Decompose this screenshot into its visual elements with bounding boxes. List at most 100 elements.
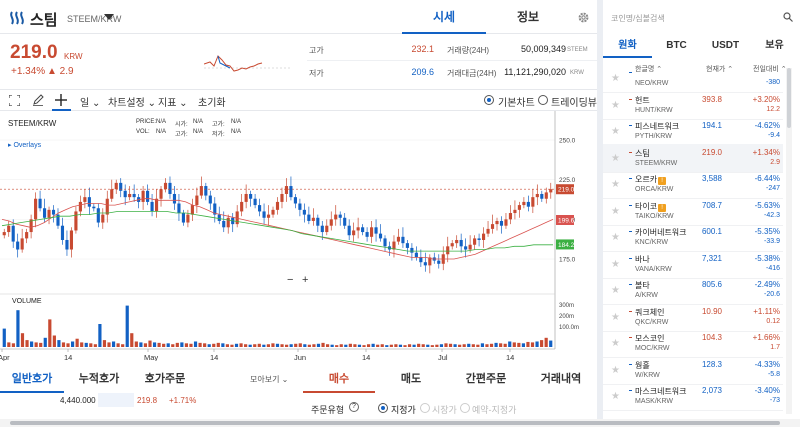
zoom-in-button[interactable]: + xyxy=(302,274,308,286)
market-row[interactable]: ★ 스팀 STEEM/KRW 219.0 +1.34% 2.9 xyxy=(603,143,783,173)
chevron-down-icon[interactable] xyxy=(104,14,114,20)
market-scrollbar-thumb[interactable] xyxy=(787,68,791,128)
period-select[interactable]: 일 ⌄ xyxy=(80,94,100,109)
market-row[interactable]: ★ 헌트 HUNT/KRW 393.8 +3.20% 12.2 xyxy=(603,91,783,120)
volume-bar xyxy=(503,343,507,347)
tradingview-radio[interactable] xyxy=(538,95,548,105)
candle-body xyxy=(459,239,463,247)
coin-name: 헌트 xyxy=(635,95,650,106)
tab-sise[interactable]: 시세 xyxy=(402,0,486,34)
coin-change-abs: 0.12 xyxy=(766,317,780,325)
candle-body xyxy=(2,232,6,236)
gear-icon[interactable] xyxy=(577,11,590,24)
tab-cumulative-orderbook[interactable]: 누적호가 xyxy=(66,365,132,393)
horizontal-scrollbar[interactable] xyxy=(0,419,800,427)
help-icon[interactable]: ? xyxy=(349,402,359,412)
star-icon[interactable]: ★ xyxy=(611,285,620,296)
star-icon[interactable]: ★ xyxy=(611,312,620,323)
pencil-icon[interactable] xyxy=(32,94,44,106)
market-row[interactable]: ★ 볼타 A/KRW 805.6 -2.49% -20.6 xyxy=(603,276,783,305)
reset-button[interactable]: 초기화 xyxy=(198,94,226,109)
volume-bar xyxy=(162,343,166,347)
tradingview-label[interactable]: 트레이딩뷰 xyxy=(551,94,597,109)
market-row[interactable]: ★ NEO/KRW -380 xyxy=(603,64,783,93)
indicators-menu[interactable]: 지표 ⌄ xyxy=(158,94,188,109)
candle-body xyxy=(320,225,324,233)
market-row[interactable]: ★ 모스코인 MOC/KRW 104.3 +1.66% 1.7 xyxy=(603,329,783,358)
ohlc-vol-value: N/A xyxy=(156,129,167,135)
chart-settings-label: 차트설정 xyxy=(108,98,145,109)
ohlc-price-value: N/A xyxy=(156,119,167,125)
candlestick-chart-svg[interactable]: 250.0225.0200.0175.0219.0199.6184.2300m2… xyxy=(0,111,597,361)
star-icon[interactable]: ★ xyxy=(611,126,620,137)
volume-bar xyxy=(152,342,157,347)
star-icon[interactable]: ★ xyxy=(611,338,620,349)
limit-order-label[interactable]: 지정가 xyxy=(391,403,416,416)
view-more-select[interactable]: 모아보기 ⌄ xyxy=(250,374,288,385)
volume-bar xyxy=(294,343,298,347)
limit-order-radio[interactable] xyxy=(378,403,388,413)
star-icon[interactable]: ★ xyxy=(611,73,620,84)
coin-change-abs: -73 xyxy=(769,397,780,404)
coin-name[interactable]: 스팀 xyxy=(30,9,58,30)
chart-settings-menu[interactable]: 차트설정 ⌄ xyxy=(108,94,156,109)
chart-symbol: STEEM/KRW xyxy=(8,119,57,128)
volume-bars xyxy=(2,305,553,347)
tab-info[interactable]: 정보 xyxy=(486,0,570,34)
volume-bar xyxy=(102,340,107,347)
market-row[interactable]: ★ 오르카! ORCA/KRW 3,588 -6.44% -247 xyxy=(603,170,783,199)
horizontal-scrollbar-thumb[interactable] xyxy=(10,421,780,425)
market-row[interactable]: ★ 마스크네트워크 MASK/KRW 2,073 -3.40% -73 xyxy=(603,382,783,411)
tab-buy[interactable]: 매수 xyxy=(303,365,375,393)
volume-bar xyxy=(212,343,216,347)
order-section: 일반호가 누적호가 호가주문 모아보기 ⌄ 4,440.000 219.8 +1… xyxy=(0,365,597,427)
market-tab-krw[interactable]: 원화 xyxy=(603,34,652,58)
fullscreen-icon[interactable] xyxy=(9,95,20,106)
market-row[interactable]: ★ 타이코! TAIKO/KRW 708.7 -5.63% -42.3 xyxy=(603,197,783,226)
star-icon[interactable]: ★ xyxy=(611,259,620,270)
overlays-toggle[interactable]: ▸ Overlays xyxy=(8,141,41,149)
zoom-out-button[interactable]: − xyxy=(287,274,293,286)
price-chart[interactable]: 250.0225.0200.0175.0219.0199.6184.2300m2… xyxy=(0,111,597,361)
volume-bar xyxy=(435,344,439,347)
search-icon[interactable] xyxy=(783,12,793,22)
volume-bar xyxy=(335,345,339,347)
star-icon[interactable]: ★ xyxy=(611,153,620,164)
market-row[interactable]: ★ 피스네트워크 PYTH/KRW 194.1 -4.62% -9.4 xyxy=(603,117,783,146)
reserve-order-radio[interactable] xyxy=(460,403,470,413)
coin-search-input[interactable]: 코인명/심볼검색 xyxy=(611,13,665,24)
volume-bar xyxy=(70,341,75,347)
tab-sell[interactable]: 매도 xyxy=(375,365,447,393)
market-row[interactable]: ★ 바나 VANA/KRW 7,321 -5.38% -416 xyxy=(603,250,783,279)
market-order-label[interactable]: 시장가 xyxy=(432,403,457,416)
volume-bar xyxy=(316,343,321,347)
tab-trade-history[interactable]: 거래내역 xyxy=(525,365,597,393)
tab-orderbook-order[interactable]: 호가주문 xyxy=(132,365,198,393)
market-row[interactable]: ★ 웜홀 W/KRW 128.3 -4.33% -5.8 xyxy=(603,356,783,385)
basic-chart-label[interactable]: 기본차트 xyxy=(498,94,535,109)
star-icon[interactable]: ★ xyxy=(611,365,620,376)
volume-bar xyxy=(130,333,134,347)
market-order-radio[interactable] xyxy=(420,403,430,413)
volume-bar xyxy=(389,344,393,347)
star-icon[interactable]: ★ xyxy=(611,391,620,402)
coin-change-pct: -3.40% xyxy=(754,386,780,395)
market-tab-usdt[interactable]: USDT xyxy=(701,34,750,58)
market-tab-holding[interactable]: 보유 xyxy=(750,34,799,58)
market-scrollbar[interactable] xyxy=(786,68,792,414)
star-icon[interactable]: ★ xyxy=(611,232,620,243)
volume-bar xyxy=(298,343,302,347)
star-icon[interactable]: ★ xyxy=(611,206,620,217)
crosshair-icon[interactable] xyxy=(54,93,68,107)
coin-name-text: 피스네트워크 xyxy=(635,122,680,131)
market-tab-btc[interactable]: BTC xyxy=(652,34,701,58)
tab-simple-order[interactable]: 간편주문 xyxy=(447,365,525,393)
star-icon[interactable]: ★ xyxy=(611,100,620,111)
basic-chart-radio[interactable] xyxy=(484,95,494,105)
coin-change-abs: 1.7 xyxy=(770,344,780,351)
reserve-order-label[interactable]: 예약-지정가 xyxy=(472,403,516,416)
star-icon[interactable]: ★ xyxy=(611,179,620,190)
market-row[interactable]: ★ 쿼크체인 QKC/KRW 10.90 +1.11% 0.12 xyxy=(603,303,783,332)
tab-general-orderbook[interactable]: 일반호가 xyxy=(0,365,64,393)
market-row[interactable]: ★ 카이버네트워크 KNC/KRW 600.1 -5.35% -33.9 xyxy=(603,223,783,252)
